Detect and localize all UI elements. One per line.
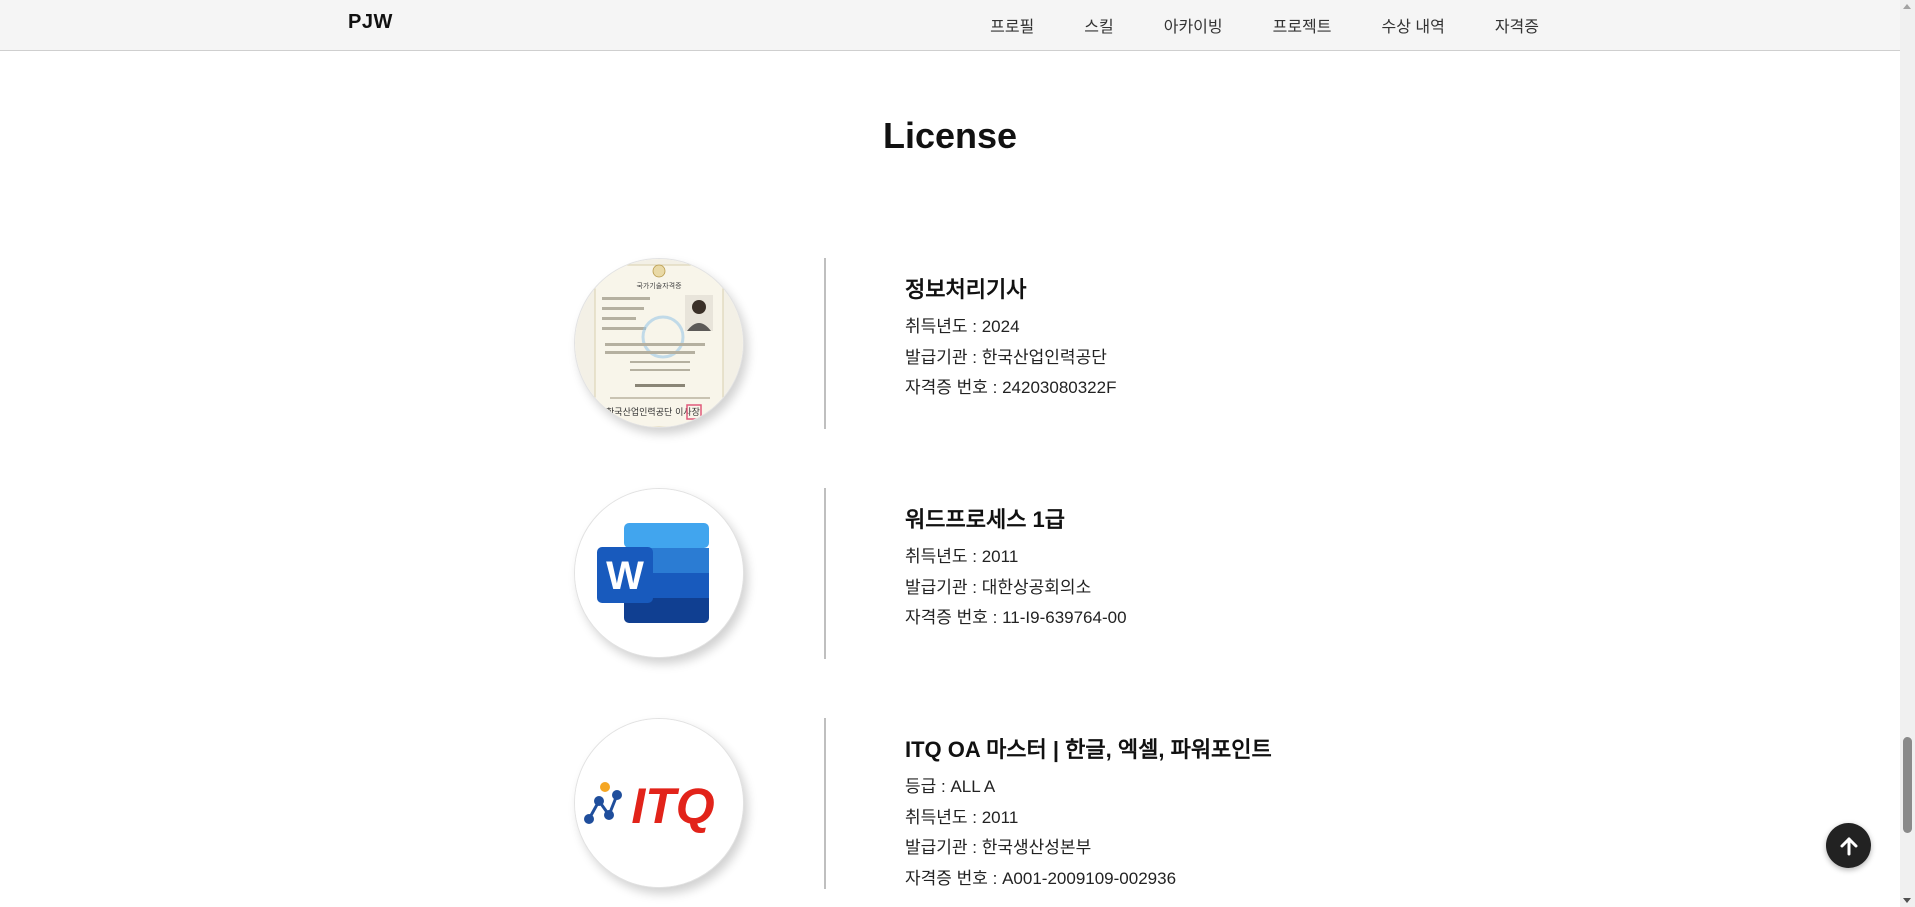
scroll-down-arrow-icon[interactable] [1903,898,1911,903]
navbar: PJW 프로필 스킬 아카이빙 프로젝트 수상 내역 자격증 [0,0,1900,51]
word-logo-icon: W [575,489,743,657]
scroll-up-arrow-icon[interactable] [1903,4,1911,9]
license-item: 국가기술자격증 한국산업인력공단 이사장 정보처리기사 취득년도: 2024 … [0,258,1900,433]
license-image-word: W [574,488,744,658]
license-name: 워드프로세스 1급 [905,507,1066,532]
nav-link-archiving[interactable]: 아카이빙 [1164,13,1223,37]
license-year: 취득년도 : 2011 [905,547,1019,566]
divider [824,258,826,429]
word-logo-letter: W [606,554,644,598]
license-info: ITQ OA 마스터 | 한글, 엑셀, 파워포인트 등급 : ALL A 취득… [905,732,1272,894]
license-issuer: 발급기관 : 대한상공회의소 [905,577,1092,597]
nav-link-licenses[interactable]: 자격증 [1495,13,1539,37]
license-year: 취득년도 : 2024 [905,317,1020,336]
license-image-certificate: 국가기술자격증 한국산업인력공단 이사장 [574,258,744,428]
scrollbar[interactable] [1900,0,1915,907]
scroll-to-top-button[interactable] [1826,823,1871,868]
license-number: 자격증 번호 : 11-I9-639764-00 [905,608,1127,627]
certificate-photo-icon: 국가기술자격증 한국산업인력공단 이사장 [575,259,743,427]
license-name: ITQ OA 마스터 | 한글, 엑셀, 파워포인트 [905,737,1272,762]
itq-logo-text: ITQ [631,778,714,834]
license-number: 자격증 번호 : A001-2009109-002936 [905,868,1177,888]
license-issuer: 발급기관 : 한국생산성본부 [905,838,1092,857]
license-image-itq: ITQ [574,718,744,888]
nav-link-awards[interactable]: 수상 내역 [1382,13,1445,37]
divider [824,718,826,889]
divider [824,488,826,659]
arrow-up-icon [1840,837,1857,855]
license-item: ITQ ITQ OA 마스터 | 한글, 엑셀, 파워포인트 등급 : ALL … [0,718,1900,893]
nav-link-profile[interactable]: 프로필 [990,13,1034,37]
license-year: 취득년도 : 2011 [905,807,1019,827]
certificate-org-text: 한국산업인력공단 이사장 [606,406,700,418]
license-info: 정보처리기사 취득년도 : 2024 발급기관 : 한국산업인력공단 자격증 번… [905,272,1116,404]
license-issuer: 발급기관 : 한국산업인력공단 [905,347,1107,367]
nav-link-projects[interactable]: 프로젝트 [1273,13,1332,37]
license-info: 워드프로세스 1급 취득년도 : 2011 발급기관 : 대한상공회의소 자격증… [905,502,1127,634]
license-item: W 워드프로세스 1급 취득년도 : 2011 발급기관 : 대한상공회의소 자… [0,488,1900,663]
section-title: License [882,115,1018,156]
brand-logo[interactable]: PJW [348,11,393,34]
license-grade: 등급 : ALL A [905,777,996,796]
certificate-header-text: 국가기술자격증 [636,281,682,290]
itq-logo-icon: ITQ [575,719,743,887]
license-name: 정보처리기사 [905,277,1027,302]
scrollbar-thumb[interactable] [1903,737,1912,833]
license-number: 자격증 번호 : 24203080322F [905,378,1117,397]
nav-links: 프로필 스킬 아카이빙 프로젝트 수상 내역 자격증 [940,0,1539,50]
nav-link-skills[interactable]: 스킬 [1084,13,1113,37]
